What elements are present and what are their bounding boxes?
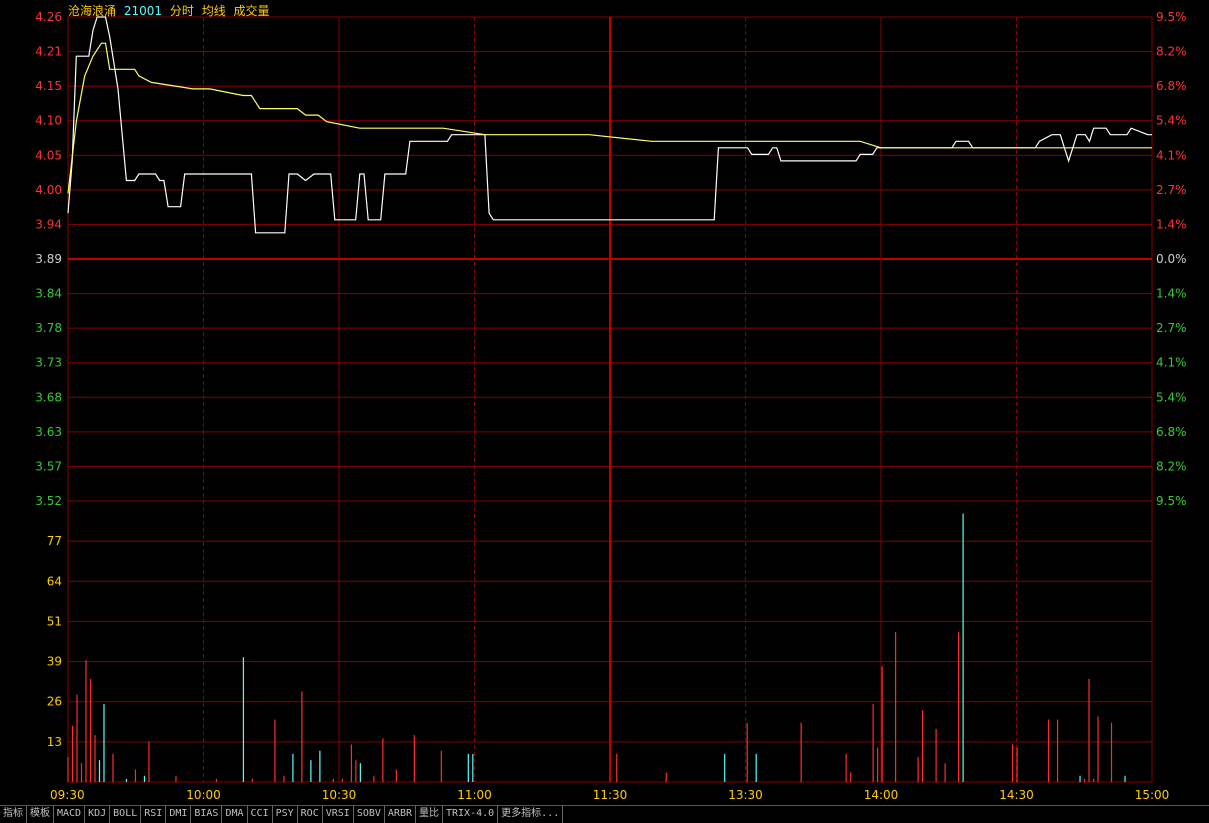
time-tick-label: 14:00 <box>864 788 899 802</box>
time-tick-label: 09:30 <box>50 788 85 802</box>
price-tick-label: 4.10 <box>35 114 62 128</box>
price-tick-label: 4.00 <box>35 183 62 197</box>
indicator-tab[interactable]: CCI <box>248 806 273 823</box>
time-tick-label: 15:00 <box>1135 788 1170 802</box>
percent-tick-label: 4.1% <box>1156 356 1187 370</box>
price-tick-label: 3.94 <box>35 217 62 231</box>
percent-tick-label: 4.1% <box>1156 148 1187 162</box>
percent-tick-label: 0.0% <box>1156 252 1187 266</box>
indicator-tab[interactable]: 更多指标... <box>498 806 564 823</box>
price-axis: 4.26 4.21 4.15 4.10 4.05 4.00 3.94 3.89 3.84 3.78… <box>35 10 62 508</box>
chart-grid <box>67 16 1153 783</box>
price-tick-label: 3.68 <box>35 390 62 404</box>
indicator-tab[interactable]: BIAS <box>191 806 223 823</box>
stock-code: 21001 <box>123 4 163 18</box>
indicator-tab[interactable]: MACD <box>54 806 86 823</box>
indicator-tab[interactable]: BOLL <box>110 806 142 823</box>
time-tick-label: 10:30 <box>322 788 357 802</box>
avg-line-label: 均线 <box>201 4 226 18</box>
time-tick-label: 11:00 <box>457 788 492 802</box>
indicator-tab[interactable]: RSI <box>141 806 167 823</box>
indicator-tab[interactable]: 指标 <box>0 806 27 823</box>
mode-label: 分时 <box>169 4 194 18</box>
percent-tick-label: 5.4% <box>1156 390 1187 404</box>
percent-tick-label: 6.8% <box>1156 79 1187 93</box>
percent-tick-label: 9.5% <box>1156 494 1187 508</box>
price-tick-label: 3.78 <box>35 321 62 335</box>
indicator-tab[interactable]: TRIX-4.0 <box>443 806 499 823</box>
volume-tick-label: 51 <box>47 614 62 628</box>
percent-tick-label: 8.2% <box>1156 459 1187 473</box>
indicator-tab[interactable]: SOBV <box>354 806 385 823</box>
percent-tick-label: 8.2% <box>1156 45 1187 59</box>
time-tick-label: 10:00 <box>186 788 221 802</box>
volume-tick-label: 64 <box>47 574 62 588</box>
indicator-tab[interactable]: DMA <box>222 806 248 823</box>
indicator-tab-bar: 指标 模板 MACD KDJ BOLL RSI DMI BIAS DMA CCI PSY ROC VRS… <box>0 805 1209 823</box>
volume-axis: 77 64 51 39 26 13 <box>47 534 62 749</box>
time-tick-label: 11:30 <box>593 788 628 802</box>
price-tick-label: 3.57 <box>35 459 62 473</box>
percent-tick-label: 5.4% <box>1156 114 1187 128</box>
volume-label: 成交量 <box>233 4 270 18</box>
price-tick-label: 3.84 <box>35 287 62 301</box>
time-axis: 09:30 10:00 10:30 11:00 11:30 13:30 14:00 14:30… <box>50 788 1169 802</box>
indicator-tab[interactable]: VRSI <box>323 806 354 823</box>
volume-tick-label: 26 <box>47 695 62 709</box>
indicator-tab[interactable]: PSY <box>273 806 298 823</box>
price-tick-label: 4.05 <box>35 148 62 162</box>
volume-tick-label: 39 <box>47 655 62 669</box>
volume-tick-label: 13 <box>47 735 62 749</box>
indicator-tab[interactable]: KDJ <box>85 806 111 823</box>
percent-tick-label: 6.8% <box>1156 425 1187 439</box>
percent-tick-label: 2.7% <box>1156 183 1187 197</box>
price-tick-label: 3.63 <box>35 425 62 439</box>
price-tick-label: 4.15 <box>35 79 62 93</box>
price-tick-label: 4.26 <box>35 10 62 24</box>
percent-tick-label: 2.7% <box>1156 321 1187 335</box>
price-tick-label: 3.73 <box>35 356 62 370</box>
indicator-tab[interactable]: DMI <box>166 806 192 823</box>
percent-tick-label: 1.4% <box>1156 217 1187 231</box>
time-tick-label: 14:30 <box>999 788 1034 802</box>
indicator-tab[interactable]: 模板 <box>27 806 54 823</box>
intraday-chart[interactable]: 4.26 4.21 4.15 4.10 4.05 4.00 3.94 3.89 3.84 3.78… <box>0 0 1209 805</box>
price-tick-label: 4.21 <box>35 45 62 59</box>
indicator-tab[interactable]: 量比 <box>416 806 443 823</box>
chart-header: 沧海浪涌 21001 分时 均线 成交量 <box>68 2 274 19</box>
percent-tick-label: 9.5% <box>1156 10 1187 24</box>
time-tick-label: 13:30 <box>728 788 763 802</box>
stock-name: 沧海浪涌 <box>68 4 117 18</box>
price-tick-label: 3.52 <box>35 494 62 508</box>
indicator-tab[interactable]: ROC <box>298 806 323 823</box>
percent-tick-label: 1.4% <box>1156 287 1187 301</box>
indicator-tab[interactable]: ARBR <box>385 806 416 823</box>
percent-axis: 9.5% 8.2% 6.8% 5.4% 4.1% 2.7% 1.4% 0.0% 1.4% 2.7%… <box>1156 10 1187 508</box>
price-tick-label: 3.89 <box>35 252 62 266</box>
volume-tick-label: 77 <box>47 534 62 548</box>
